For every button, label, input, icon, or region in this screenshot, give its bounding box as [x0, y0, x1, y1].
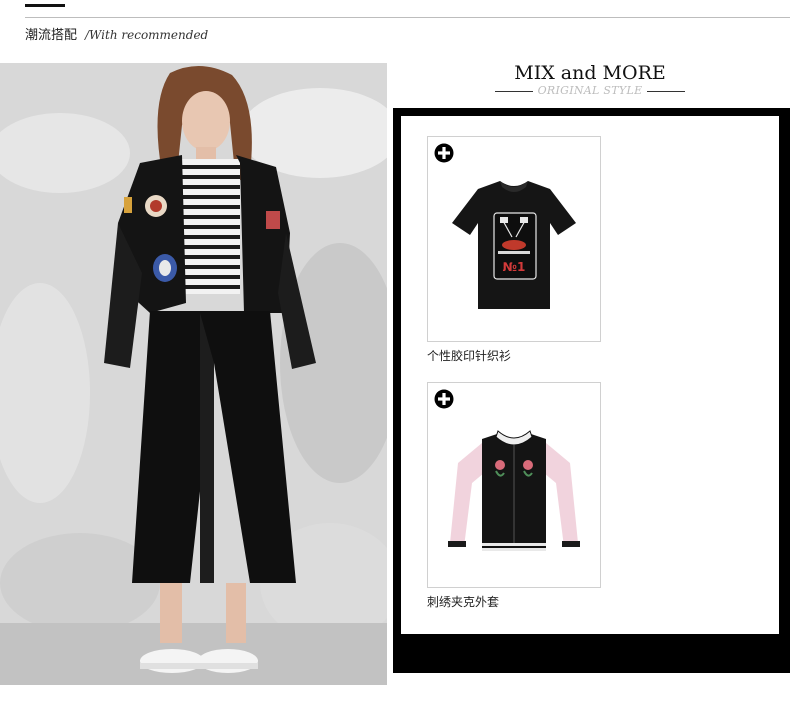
product-name[interactable]: 个性胶印针织衫 [427, 348, 601, 364]
section-title: 潮流搭配 [25, 28, 78, 43]
header-accent-bar [25, 4, 65, 7]
product-card-jacket[interactable]: 刺绣夹克外套 [427, 382, 601, 610]
product-name[interactable]: 刺绣夹克外套 [427, 594, 601, 610]
svg-text:№1: №1 [503, 260, 526, 274]
mix-title: MIX and MORE [514, 62, 666, 84]
subtitle-rule-right [647, 91, 685, 92]
section-header: 潮流搭配 /With recommended [25, 24, 208, 46]
mix-subtitle: ORIGINAL STYLE [537, 84, 643, 97]
plus-icon[interactable] [434, 389, 454, 409]
product-image-frame[interactable] [427, 382, 601, 588]
plus-icon[interactable] [434, 143, 454, 163]
product-image-frame[interactable]: №1 [427, 136, 601, 342]
items-panel-content: №1 个性胶印针织衫 刺绣夹克外套 [401, 116, 779, 634]
mix-subtitle-row: ORIGINAL STYLE [495, 84, 685, 98]
product-card-tee[interactable]: №1 个性胶印针织衫 [427, 136, 601, 364]
tshirt-image[interactable]: №1 [428, 137, 600, 341]
lookbook-photo [0, 63, 387, 685]
subtitle-rule-left [495, 91, 533, 92]
header-divider [25, 17, 790, 18]
section-subtitle: /With recommended [85, 28, 209, 42]
items-panel: №1 个性胶印针织衫 刺绣夹克外套 [393, 108, 790, 673]
model-illustration [0, 63, 387, 685]
bomber-jacket-image[interactable] [428, 383, 600, 587]
